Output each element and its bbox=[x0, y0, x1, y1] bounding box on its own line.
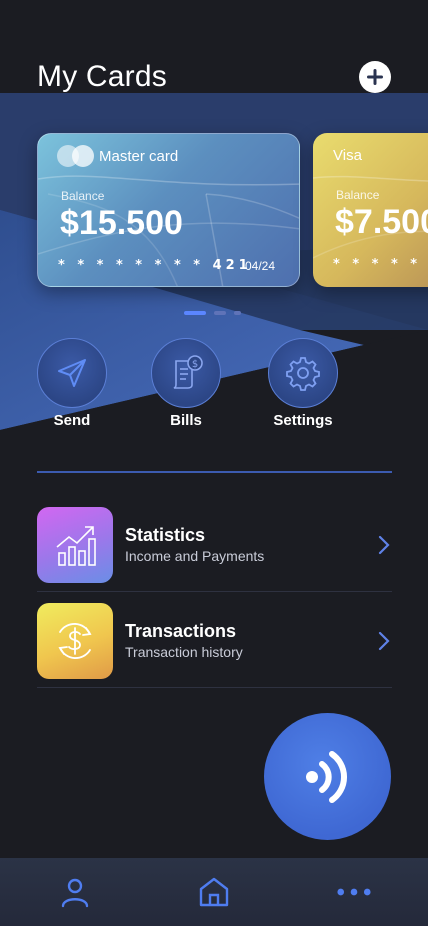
send-icon bbox=[58, 359, 86, 387]
chevron-right-icon bbox=[378, 535, 390, 555]
bills-circle[interactable]: $ bbox=[151, 338, 221, 408]
mastercard-logo-icon bbox=[57, 145, 94, 167]
app-screen: My Cards Master card Balance $15.500 * *… bbox=[0, 0, 428, 926]
user-icon bbox=[61, 878, 89, 908]
settings-button[interactable]: Settings bbox=[268, 338, 338, 429]
gear-icon bbox=[286, 357, 320, 391]
list-item-statistics[interactable]: Statistics Income and Payments bbox=[37, 507, 392, 583]
card-expiry: 04/24 bbox=[245, 259, 276, 273]
card-pager bbox=[184, 311, 241, 315]
contactless-icon bbox=[305, 750, 347, 803]
mastercard-card[interactable]: Master card Balance $15.500 * * * * * * … bbox=[37, 133, 300, 287]
send-circle[interactable] bbox=[37, 338, 107, 408]
svg-text:$: $ bbox=[192, 359, 198, 370]
list-separator bbox=[37, 687, 392, 688]
send-label: Send bbox=[53, 412, 91, 429]
chevron-right-icon bbox=[378, 631, 390, 651]
transactions-tile bbox=[37, 603, 113, 679]
settings-circle[interactable] bbox=[268, 338, 338, 408]
settings-label: Settings bbox=[273, 412, 333, 429]
visa-card[interactable]: Visa Balance $7.500 * * * * * * * bbox=[313, 133, 428, 287]
contactless-pay-button[interactable] bbox=[264, 713, 391, 840]
add-card-button[interactable] bbox=[359, 61, 391, 93]
bills-label: Bills bbox=[170, 412, 202, 429]
more-icon bbox=[337, 888, 371, 896]
nav-profile[interactable] bbox=[57, 874, 93, 910]
nav-home[interactable] bbox=[196, 874, 232, 910]
pager-dot[interactable] bbox=[234, 311, 241, 315]
bill-icon: $ bbox=[173, 355, 203, 389]
balance-label: Balance bbox=[61, 189, 105, 203]
send-button[interactable]: Send bbox=[37, 338, 107, 429]
bottom-navigation bbox=[0, 858, 428, 926]
balance-label: Balance bbox=[336, 188, 380, 202]
pager-dot[interactable] bbox=[184, 311, 206, 315]
list-separator bbox=[37, 591, 392, 592]
home-icon bbox=[199, 877, 229, 907]
dollar-exchange-icon bbox=[58, 623, 92, 659]
card-balance: $15.500 bbox=[60, 204, 183, 242]
pager-dot[interactable] bbox=[214, 311, 226, 315]
card-brand: Master card bbox=[99, 148, 179, 165]
statistics-tile bbox=[37, 507, 113, 583]
card-number: * * * * * * * * 421 bbox=[58, 258, 252, 273]
page-title: My Cards bbox=[37, 60, 167, 93]
plus-icon bbox=[367, 69, 383, 85]
bills-button[interactable]: $ Bills bbox=[151, 338, 221, 429]
card-balance: $7.500 bbox=[335, 203, 428, 241]
list-item-title: Statistics bbox=[125, 525, 206, 545]
card-number: * * * * * * * bbox=[333, 257, 428, 272]
list-item-transactions[interactable]: Transactions Transaction history bbox=[37, 603, 392, 679]
list-item-title: Transactions bbox=[125, 621, 237, 641]
nav-more[interactable] bbox=[336, 874, 372, 910]
list-item-subtitle: Transaction history bbox=[125, 644, 243, 660]
chart-icon bbox=[56, 526, 96, 566]
list-item-subtitle: Income and Payments bbox=[125, 548, 265, 564]
card-brand: Visa bbox=[333, 147, 362, 164]
section-divider bbox=[37, 471, 392, 473]
